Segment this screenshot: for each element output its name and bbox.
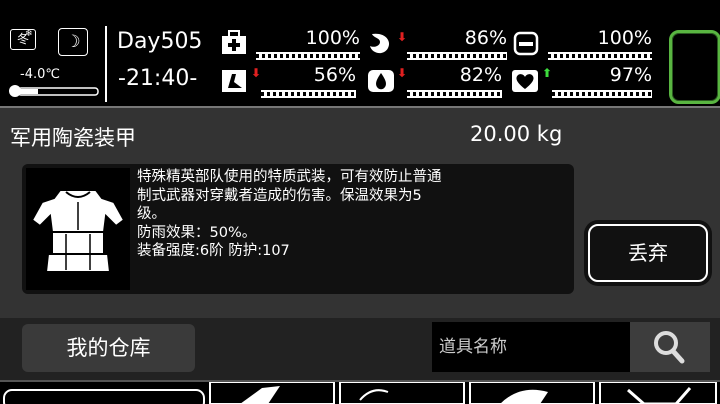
- my-warehouse-button[interactable]: 我的仓库: [22, 324, 195, 372]
- description-line: 装备强度:6阶 防护:107: [137, 243, 290, 259]
- item-search-input[interactable]: [432, 322, 630, 372]
- battery-value: 100%: [597, 27, 652, 49]
- moon-icon: ☽: [58, 28, 88, 56]
- stomach-icon: [370, 33, 390, 54]
- temperature: -4.0℃: [20, 67, 60, 82]
- stamina-value: 56%: [313, 64, 356, 86]
- game-clock: -21:40-: [118, 66, 198, 91]
- mood-bar: [552, 90, 652, 98]
- item-weight: 20.00 kg: [470, 122, 563, 146]
- search-icon: [654, 331, 685, 364]
- armor-icon: [26, 168, 130, 290]
- health-value: 100%: [305, 27, 360, 49]
- day-counter: Day505: [117, 29, 203, 54]
- health-bar: [256, 52, 360, 60]
- description-line: 级。: [137, 206, 166, 222]
- season-indicator: 冬 ❄: [10, 29, 36, 50]
- description-line: 制式武器对穿戴者造成的伤害。保温效果为5: [137, 187, 422, 204]
- hunger-bar: [407, 52, 507, 60]
- hunger-down-arrow: ⬇: [397, 30, 408, 44]
- discard-button[interactable]: 丢弃: [588, 224, 708, 282]
- thirst-down-arrow: ⬇: [397, 66, 408, 80]
- heart-icon: [512, 70, 538, 92]
- status-divider: [105, 26, 107, 102]
- snow-icon: ❄: [25, 29, 33, 39]
- water-drop-icon: [368, 70, 394, 92]
- description-line: 防雨效果：50%。: [137, 224, 257, 241]
- item-thumbnails: [0, 382, 720, 404]
- thirst-value: 82%: [459, 64, 502, 86]
- stamina-down-arrow: ⬇: [251, 66, 262, 80]
- search-button[interactable]: [630, 322, 710, 372]
- hunger-value: 86%: [464, 27, 507, 49]
- walking-icon: [222, 70, 246, 92]
- equipment-slot[interactable]: [669, 30, 720, 104]
- battery-icon: [513, 31, 539, 56]
- mood-up-arrow: ⬆: [542, 66, 553, 80]
- battery-bar: [548, 52, 652, 60]
- stamina-bar: [261, 90, 356, 98]
- warehouse-grid-preview: [0, 382, 720, 404]
- medkit-icon: [222, 30, 246, 54]
- thermometer-icon: [9, 85, 99, 97]
- item-description: 特殊精英部队使用的特质武装，可有效防止普通 制式武器对穿戴者造成的伤害。保温效果…: [137, 168, 567, 261]
- mood-value: 97%: [609, 64, 652, 86]
- description-line: 特殊精英部队使用的特质武装，可有效防止普通: [137, 169, 442, 185]
- item-name: 军用陶瓷装甲: [10, 126, 136, 150]
- thirst-bar: [407, 90, 502, 98]
